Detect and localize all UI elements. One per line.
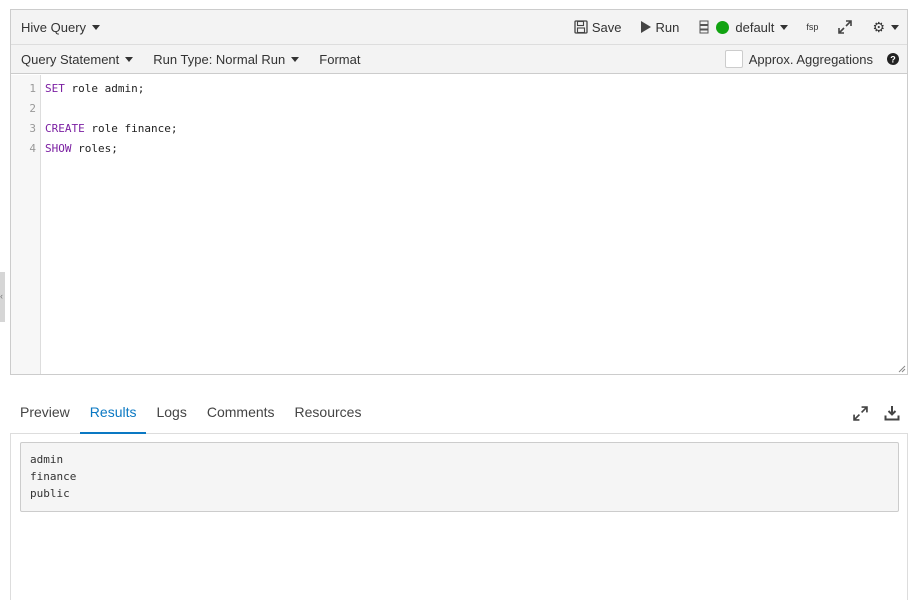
svg-text:?: ? (890, 55, 896, 65)
fsp-button[interactable]: fsp (806, 22, 818, 32)
code-token: role finance; (84, 122, 178, 135)
save-button[interactable]: Save (574, 20, 622, 35)
line-number: 1 (29, 82, 36, 95)
caret-down-icon (125, 56, 134, 62)
approx-aggregations-toggle[interactable]: Approx. Aggregations (724, 50, 873, 68)
run-type-dropdown[interactable]: Run Type: Normal Run (153, 51, 300, 67)
save-label: Save (591, 19, 622, 35)
tab-preview[interactable]: Preview (10, 404, 80, 434)
format-label: Format (319, 51, 361, 67)
code-token: role admin; (64, 82, 145, 95)
query-type-label: Hive Query (21, 19, 87, 35)
resize-grip-icon[interactable] (898, 365, 906, 373)
run-label: Run (655, 19, 680, 35)
caret-down-icon (92, 24, 101, 30)
run-button[interactable]: Run (640, 19, 680, 35)
code-area[interactable]: SET role admin; CREATE role finance; SHO… (41, 75, 907, 374)
expand-icon (838, 20, 853, 34)
download-icon[interactable] (884, 405, 900, 421)
tab-comments[interactable]: Comments (197, 404, 285, 434)
line-number: 2 (29, 102, 36, 115)
results-panel: admin finance public (10, 434, 908, 600)
editor-subtoolbar: Query Statement Run Type: Normal Run For… (11, 45, 907, 74)
chevron-left-icon: ‹ (0, 291, 3, 301)
result-row: finance (30, 470, 77, 483)
settings-dropdown[interactable]: ⚙ (872, 20, 899, 34)
caret-down-icon (891, 24, 899, 30)
result-tools (853, 405, 900, 421)
code-line[interactable]: CREATE role finance; (45, 122, 907, 142)
tab-resources[interactable]: Resources (285, 404, 372, 434)
statement-mode-dropdown[interactable]: Query Statement (21, 51, 134, 67)
result-row: admin (30, 453, 64, 466)
editor-panel: Hive Query Save Run default fsp ⚙ Query … (10, 9, 908, 375)
play-icon (640, 20, 652, 34)
run-type-label: Run Type: Normal Run (153, 51, 286, 67)
code-line[interactable]: SET role admin; (45, 82, 907, 102)
database-name: default (735, 19, 775, 35)
code-editor[interactable]: 1 2 3 4 SET role admin; CREATE role fina… (11, 75, 907, 374)
format-button[interactable]: Format (319, 52, 360, 67)
approx-aggregations-label: Approx. Aggregations (748, 51, 873, 67)
query-type-dropdown[interactable]: Hive Query (21, 19, 101, 35)
keyword-token: SHOW (45, 142, 72, 155)
code-line[interactable] (45, 102, 907, 122)
code-line[interactable]: SHOW roles; (45, 142, 907, 162)
database-selector[interactable]: default (699, 19, 789, 35)
statement-mode-label: Query Statement (21, 51, 120, 67)
approx-aggregations-checkbox[interactable] (724, 50, 743, 68)
status-ok-icon (716, 20, 730, 34)
editor-toolbar: Hive Query Save Run default fsp ⚙ (11, 10, 907, 45)
keyword-token: CREATE (45, 122, 85, 135)
fsp-label: fsp (806, 22, 819, 32)
expand-editor-button[interactable] (838, 20, 853, 34)
help-icon[interactable]: ? (887, 53, 899, 65)
save-icon (574, 20, 588, 34)
expand-results-icon[interactable] (853, 405, 868, 421)
result-row: public (30, 487, 70, 500)
tab-logs[interactable]: Logs (146, 404, 196, 434)
gear-icon: ⚙ (872, 19, 885, 35)
results-output: admin finance public (20, 442, 899, 512)
line-number-gutter: 1 2 3 4 (11, 75, 41, 374)
line-number: 4 (29, 142, 36, 155)
result-tabs: Preview Results Logs Comments Resources (10, 397, 908, 434)
code-token: roles; (71, 142, 118, 155)
line-number: 3 (29, 122, 36, 135)
keyword-token: SET (45, 82, 65, 95)
caret-down-icon (780, 24, 789, 30)
left-panel-toggle[interactable]: ‹ (0, 272, 5, 322)
tab-results[interactable]: Results (79, 404, 147, 434)
caret-down-icon (291, 56, 300, 62)
database-icon (699, 20, 709, 34)
